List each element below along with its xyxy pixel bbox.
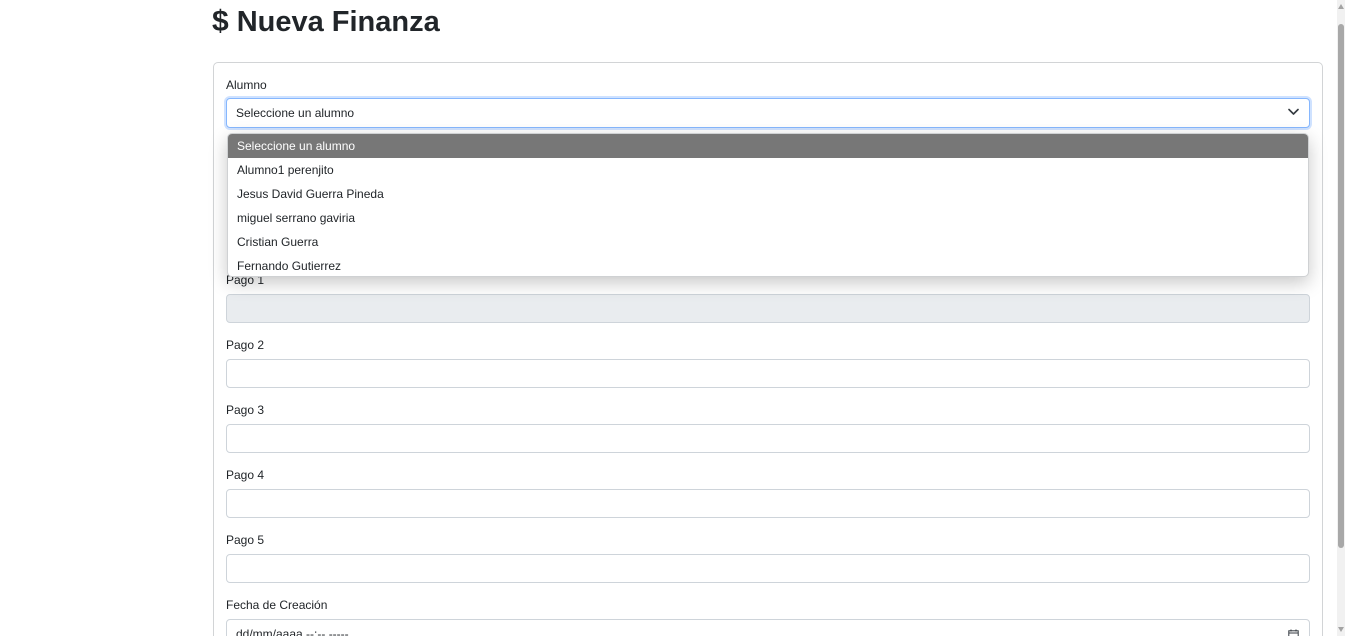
student-label: Alumno — [226, 78, 267, 92]
student-option[interactable]: Jesus David Guerra Pineda — [228, 182, 1308, 206]
created-date-placeholder: dd/mm/aaaa --:-- ----- — [236, 627, 349, 636]
student-select-value: Seleccione un alumno — [236, 106, 355, 120]
scroll-up-icon[interactable] — [1338, 4, 1344, 9]
student-option[interactable]: Cristian Guerra — [228, 230, 1308, 254]
payment5-input[interactable] — [226, 554, 1310, 583]
student-option[interactable]: Fernando Gutierrez — [228, 254, 1308, 276]
payment2-label: Pago 2 — [226, 338, 265, 352]
scroll-down-icon[interactable] — [1338, 627, 1344, 632]
page-title: $ Nueva Finanza — [212, 4, 440, 40]
payment5-label: Pago 5 — [226, 533, 265, 547]
student-option[interactable]: Alumno1 perenjito — [228, 158, 1308, 182]
student-dropdown-list: Seleccione un alumno Alumno1 perenjito J… — [227, 133, 1309, 277]
student-select[interactable]: Seleccione un alumno — [226, 98, 1310, 128]
student-option[interactable]: miguel serrano gaviria — [228, 206, 1308, 230]
payment2-input[interactable] — [226, 359, 1310, 388]
payment4-label: Pago 4 — [226, 468, 265, 482]
page-scrollbar[interactable] — [1337, 0, 1345, 636]
student-option[interactable]: Seleccione un alumno — [228, 134, 1308, 158]
created-date-label: Fecha de Creación — [226, 598, 328, 612]
payment3-input[interactable] — [226, 424, 1310, 453]
chevron-down-icon — [1288, 108, 1299, 115]
scrollbar-thumb[interactable] — [1338, 24, 1344, 548]
payment1-input[interactable] — [226, 294, 1310, 323]
dollar-icon: $ — [212, 5, 229, 38]
payment4-input[interactable] — [226, 489, 1310, 518]
created-date-input[interactable]: dd/mm/aaaa --:-- ----- — [226, 619, 1310, 636]
calendar-icon[interactable] — [1288, 629, 1299, 636]
payment3-label: Pago 3 — [226, 403, 265, 417]
page: $ Nueva Finanza Alumno Seleccione un alu… — [0, 0, 1345, 636]
page-title-text: Nueva Finanza — [236, 6, 440, 38]
